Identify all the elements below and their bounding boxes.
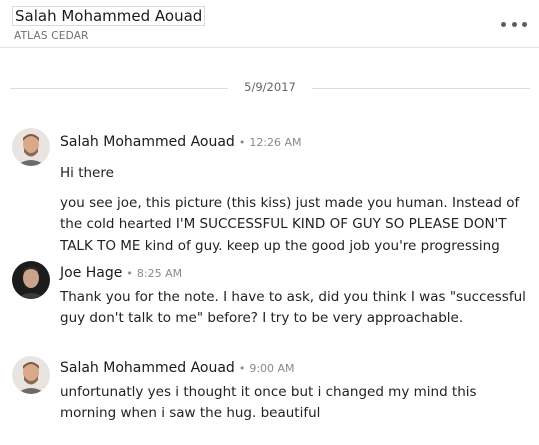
avatar-joe[interactable] — [12, 261, 50, 299]
avatar-salah[interactable] — [12, 128, 50, 166]
date-label: 5/9/2017 — [244, 80, 296, 94]
message-text: TALK TO ME kind of guy. keep up the good… — [60, 238, 500, 254]
divider-line — [10, 88, 228, 89]
separator-dot: • — [126, 267, 133, 280]
divider-line — [312, 88, 530, 89]
sender-name[interactable]: Salah Mohammed Aouad — [60, 360, 235, 376]
sender-name[interactable]: Salah Mohammed Aouad — [60, 134, 235, 150]
separator-dot: • — [238, 136, 246, 149]
message-text: Thank you for the note. I have to ask, d… — [60, 289, 526, 305]
conversation-header: Salah Mohammed Aouad ATLAS CEDAR — [0, 0, 539, 48]
avatar-salah-icon — [12, 128, 50, 166]
more-horizontal-icon — [511, 21, 517, 27]
avatar-salah[interactable] — [12, 356, 50, 394]
avatar-joe-icon — [12, 261, 50, 299]
message-text: guy don't talk to me" before? I try to b… — [60, 310, 464, 326]
conversation-subtitle: ATLAS CEDAR — [14, 30, 89, 42]
sender-name[interactable]: Joe Hage — [60, 265, 122, 281]
message-text: unfortunatly yes i thought it once but i… — [60, 384, 477, 400]
message-sender-line: Joe Hage • 8:25 AM — [60, 265, 182, 281]
message-text: you see joe, this picture (this kiss) ju… — [60, 195, 520, 211]
date-divider: 5/9/2017 — [0, 78, 539, 98]
message-time: 12:26 AM — [249, 136, 302, 149]
message-sender-line: Salah Mohammed Aouad • 9:00 AM — [60, 360, 295, 376]
more-horizontal-icon — [522, 21, 527, 27]
message-sender-line: Salah Mohammed Aouad • 12:26 AM — [60, 134, 302, 150]
message-time: 8:25 AM — [136, 267, 183, 280]
more-options-button[interactable] — [501, 14, 527, 34]
avatar-salah-icon — [12, 356, 50, 394]
separator-dot: • — [238, 362, 246, 375]
conversation-title[interactable]: Salah Mohammed Aouad — [12, 6, 206, 26]
message-text: the cold hearted I'M SUCCESSFUL KIND OF … — [60, 216, 507, 232]
more-horizontal-icon — [501, 21, 506, 27]
message-text: Hi there — [60, 165, 114, 181]
message-time: 9:00 AM — [249, 362, 295, 375]
message-text: morning when i saw the hug. beautiful — [60, 405, 321, 421]
